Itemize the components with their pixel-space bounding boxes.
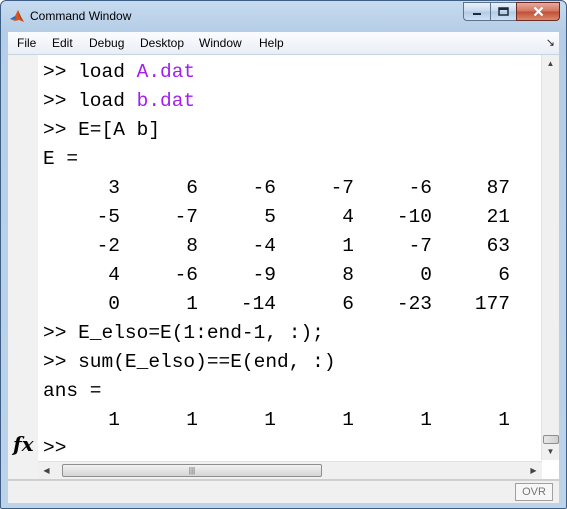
matrix-cell: 3	[108, 177, 120, 199]
maximize-button[interactable]	[490, 2, 516, 21]
prompt: >>	[43, 119, 67, 141]
matrix-cell: -9	[252, 264, 276, 286]
input-prompt-line[interactable]: >>	[43, 437, 66, 459]
status-bar: OVR	[8, 480, 559, 503]
ans-cell: 1	[108, 409, 120, 431]
matrix-cell: 87	[486, 177, 510, 199]
close-icon	[533, 6, 543, 17]
ans-cell: 1	[264, 409, 276, 431]
ans-cell: 1	[498, 409, 510, 431]
prompt: >>	[43, 437, 67, 459]
command-keyword: load	[78, 90, 125, 112]
matrix-cell: 1	[186, 293, 198, 315]
menu-desktop[interactable]: Desktop	[140, 36, 184, 50]
menu-window[interactable]: Window	[199, 36, 242, 50]
menu-help[interactable]: Help	[259, 36, 284, 50]
matrix-cell: 63	[486, 235, 510, 257]
matrix-cell: -14	[240, 293, 276, 315]
menu-bar: File Edit Debug Desktop Window Help ↘	[8, 32, 559, 55]
matrix-cell: -2	[96, 235, 120, 257]
matrix-cell: 0	[108, 293, 120, 315]
matrix-cell: -7	[174, 206, 198, 228]
matrix-cell: -7	[408, 235, 432, 257]
matrix-cell: 8	[186, 235, 198, 257]
scroll-down-icon[interactable]: ▼	[542, 443, 559, 460]
scroll-right-icon[interactable]: ▶	[525, 462, 542, 479]
command-text: E=[A b]	[78, 119, 161, 141]
console-margin	[8, 55, 38, 479]
matrix-cell: 21	[486, 206, 510, 228]
ans-cell: 1	[420, 409, 432, 431]
command-line: >> E=[A b]	[43, 119, 160, 141]
minimize-icon	[473, 12, 481, 15]
command-text: sum(E_elso)==E(end, :)	[78, 351, 336, 373]
matrix-cell: -6	[174, 264, 198, 286]
window-title: Command Window	[30, 9, 132, 23]
matrix-cell: 177	[474, 293, 510, 315]
matrix-cell: 6	[186, 177, 198, 199]
minimize-button[interactable]	[463, 2, 490, 21]
matrix-cell: 4	[342, 206, 354, 228]
horizontal-scroll-thumb[interactable]: |||	[62, 464, 322, 477]
output-label: E =	[43, 148, 79, 170]
matrix-cell: 4	[108, 264, 120, 286]
matrix-cell: 5	[264, 206, 276, 228]
command-arg: b.dat	[136, 90, 196, 112]
ans-cell: 1	[342, 409, 354, 431]
menu-edit[interactable]: Edit	[52, 36, 73, 50]
matrix-cell: -6	[408, 177, 432, 199]
matrix-cell: -10	[396, 206, 432, 228]
command-text: E_elso=E(1:end-1, :);	[78, 322, 324, 344]
command-arg: A.dat	[136, 61, 196, 83]
scroll-up-icon[interactable]: ▲	[542, 55, 559, 72]
matrix-cell: -4	[252, 235, 276, 257]
undock-icon[interactable]: ↘	[546, 36, 555, 49]
matrix-cell: -23	[396, 293, 432, 315]
command-line: >> load b.dat	[43, 90, 195, 112]
command-window: Command Window File Edit Debug Desktop W…	[0, 0, 567, 509]
matrix-cell: -7	[330, 177, 354, 199]
menu-debug[interactable]: Debug	[89, 36, 124, 50]
menu-file[interactable]: File	[17, 36, 36, 50]
function-browser-icon[interactable]: fx	[13, 432, 34, 456]
matrix-cell: 6	[498, 264, 510, 286]
matrix-cell: 1	[342, 235, 354, 257]
matrix-cell: 0	[420, 264, 432, 286]
command-line: >> load A.dat	[43, 61, 195, 83]
output-label: ans =	[43, 380, 102, 402]
close-button[interactable]	[516, 2, 560, 21]
prompt: >>	[43, 61, 67, 83]
command-line: >> sum(E_elso)==E(end, :)	[43, 351, 336, 373]
ans-cell: 1	[186, 409, 198, 431]
scroll-left-icon[interactable]: ◀	[38, 462, 55, 479]
matlab-logo-icon	[10, 10, 24, 22]
matrix-cell: -5	[96, 206, 120, 228]
prompt: >>	[43, 322, 67, 344]
window-controls	[463, 2, 560, 21]
matrix-cell: 8	[342, 264, 354, 286]
matrix-cell: -6	[252, 177, 276, 199]
matrix-cell: 6	[342, 293, 354, 315]
vertical-scrollbar[interactable]: ▲ ▼	[541, 55, 559, 460]
title-bar[interactable]: Command Window	[1, 1, 566, 31]
prompt: >>	[43, 90, 67, 112]
horizontal-scrollbar[interactable]: ◀ ||| ▶	[38, 461, 542, 479]
prompt: >>	[43, 351, 67, 373]
command-keyword: load	[78, 61, 125, 83]
console-area[interactable]: >> load A.dat >> load b.dat >> E=[A b] E…	[8, 55, 559, 479]
overwrite-indicator: OVR	[515, 483, 553, 501]
command-line: >> E_elso=E(1:end-1, :);	[43, 322, 324, 344]
maximize-icon	[498, 7, 509, 16]
